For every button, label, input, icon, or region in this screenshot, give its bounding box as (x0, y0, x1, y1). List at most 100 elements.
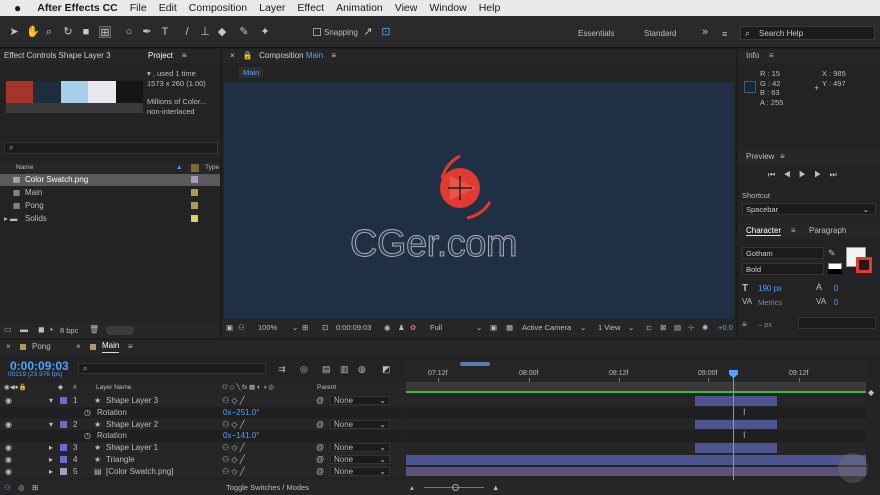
grid-overlay-icon[interactable]: ⊞ (302, 320, 308, 336)
resolution-dropdown[interactable]: Full (430, 320, 442, 336)
stopwatch-icon[interactable]: ◷ (84, 430, 91, 442)
layer-switches[interactable]: ⚇ ◇ ╱ (222, 454, 245, 466)
parent-pickwhip-icon[interactable]: @ (316, 419, 324, 431)
region-of-interest-icon[interactable]: ▣ (490, 320, 497, 336)
snapping-checkbox[interactable] (313, 28, 321, 36)
snap-edges-icon[interactable]: ↗ (362, 26, 374, 38)
hand-tool-icon[interactable]: ✋ (26, 26, 40, 38)
roto-brush-icon[interactable]: ✎ (238, 26, 250, 38)
parent-dropdown[interactable]: None ⌄ (330, 443, 390, 453)
character-tab[interactable]: Character (746, 226, 782, 236)
close-pong-icon[interactable]: × (6, 340, 11, 354)
layer-name[interactable]: Triangle (106, 454, 135, 466)
view-layout-dropdown[interactable]: 1 View (598, 320, 620, 336)
type-column[interactable]: Type (205, 163, 219, 173)
magnify-icon[interactable]: ▣ (226, 320, 233, 336)
layer-switches[interactable]: ⚇ ◇ ╱ (222, 395, 245, 407)
font-family-dropdown[interactable]: Gotham (742, 247, 824, 259)
camera-tool-icon[interactable]: ■ (80, 26, 92, 38)
layer-row[interactable]: ◉ ▾ 1 ★ Shape Layer 3 ⚇ ◇ ╱ @ None ⌄ (0, 395, 405, 407)
camera-chevron-icon[interactable]: ⌄ (580, 320, 586, 336)
workspace-menu-icon[interactable]: ≡ (722, 29, 727, 39)
graph-editor-icon[interactable]: ◩ (382, 364, 391, 375)
name-column[interactable]: Name (16, 163, 33, 173)
magnification-toggle-icon[interactable]: ⚇ (238, 320, 245, 336)
layer-label-color[interactable] (60, 467, 67, 475)
paragraph-tab[interactable]: Paragraph (809, 224, 846, 238)
clone-stamp-icon[interactable]: ⊥ (199, 26, 211, 38)
workspace-more-button[interactable]: » (702, 26, 708, 38)
layer-name[interactable]: [Color Swatch.png] (106, 466, 174, 478)
transfer-controls-icon[interactable]: ◎ (18, 480, 25, 495)
brush-tool-icon[interactable]: / (181, 26, 193, 38)
menu-view[interactable]: View (389, 2, 424, 14)
menu-layer[interactable]: Layer (253, 2, 291, 14)
fast-previews-icon[interactable]: ⊠ (660, 320, 666, 336)
snapshot-icon[interactable]: ◉ (384, 320, 391, 336)
resolution-chevron-icon[interactable]: ⌄ (476, 320, 482, 336)
channel-icon[interactable]: ✿ (410, 320, 416, 336)
interpret-footage-icon[interactable]: ▭ (4, 325, 12, 334)
mask-visibility-icon[interactable]: ⊡ (322, 320, 328, 336)
layer-track[interactable] (406, 454, 866, 466)
camera-dropdown[interactable]: Active Camera (522, 320, 571, 336)
comp-flowchart-tab[interactable]: Main (239, 67, 264, 78)
expand-icon[interactable]: ▸ (49, 454, 53, 466)
selection-tool-icon[interactable]: ➤ (8, 26, 20, 38)
composition-menu-icon[interactable]: ≡ (331, 51, 336, 60)
menu-edit[interactable]: Edit (153, 2, 183, 14)
sort-icon[interactable]: ▲ (176, 163, 182, 173)
play-icon[interactable]: ▶ (799, 170, 806, 179)
stroke-color-swatch[interactable] (856, 257, 872, 273)
timecode-display[interactable]: 0:00:09:03 (336, 320, 371, 336)
preview-title[interactable]: Preview (746, 152, 774, 161)
parent-dropdown[interactable]: None ⌄ (330, 466, 390, 476)
menu-help[interactable]: Help (473, 2, 507, 14)
apple-icon[interactable]: ● (0, 1, 31, 15)
parent-pickwhip-icon[interactable]: @ (316, 466, 324, 478)
zoom-in-icon[interactable]: ▲ (492, 480, 499, 495)
visibility-icon[interactable]: ◉ (5, 454, 12, 466)
menu-file[interactable]: File (124, 2, 153, 14)
bpc-label[interactable]: 8 bpc (60, 326, 78, 335)
layer-row[interactable]: ◉ ▸ 4 ★ Triangle ⚇ ◇ ╱ @ None ⌄ (0, 454, 405, 466)
label-color-swatch[interactable] (191, 176, 198, 183)
layer-name[interactable]: Shape Layer 2 (106, 419, 158, 431)
label-icon[interactable]: ◆ (58, 383, 63, 393)
layer-label-color[interactable] (60, 444, 67, 452)
flowchart-icon[interactable]: ⊹ (688, 320, 694, 336)
expand-icon[interactable]: ▸ (49, 442, 53, 454)
composition-tab-name[interactable]: Main (306, 51, 323, 60)
parent-pickwhip-icon[interactable]: @ (316, 454, 324, 466)
label-color-swatch[interactable] (191, 202, 198, 209)
layer-search-field[interactable]: ⌕ (78, 363, 266, 374)
property-row[interactable]: ◷ Rotation 0x−251.0° (0, 406, 405, 419)
layer-name[interactable]: Shape Layer 1 (106, 442, 158, 454)
zoom-tool-icon[interactable]: ⌕ (43, 26, 55, 38)
motion-blur-icon[interactable]: ◍ (358, 364, 366, 375)
work-area-navigator[interactable] (460, 362, 490, 366)
visibility-icon[interactable]: ◉ (5, 419, 12, 431)
draft-3d-icon[interactable]: ◎ (300, 364, 308, 375)
kerning-metrics[interactable]: Metrics (758, 298, 782, 307)
eraser-tool-icon[interactable]: ◆ (216, 26, 228, 38)
timeline-scroll-handle[interactable]: ◆ (868, 388, 874, 397)
tracking-value[interactable]: 0 (834, 284, 838, 293)
layer-label-color[interactable] (60, 420, 67, 428)
trash-icon[interactable]: 🗑 (89, 325, 99, 334)
exposure-value[interactable]: +0.0 (718, 320, 733, 336)
project-item[interactable]: ▦ Main (0, 187, 220, 199)
rotation-value[interactable]: 0x−251.0° (223, 407, 259, 419)
transparency-grid-icon[interactable]: ▦ (506, 320, 513, 336)
zoom-out-icon[interactable]: ▴ (410, 480, 414, 495)
project-tab[interactable]: Project (148, 49, 173, 63)
info-title[interactable]: Info (746, 51, 759, 60)
layer-track[interactable] (406, 442, 866, 454)
layer-name-column[interactable]: Layer Name (96, 383, 131, 393)
layer-track[interactable] (406, 395, 866, 407)
project-item[interactable]: ▦ Pong (0, 200, 220, 212)
close-main-icon[interactable]: × (76, 340, 81, 354)
timeline-icon[interactable]: ▤ (674, 320, 681, 336)
timeline-menu-icon[interactable]: ≡ (128, 340, 133, 354)
layer-duration-bar[interactable] (695, 396, 777, 406)
